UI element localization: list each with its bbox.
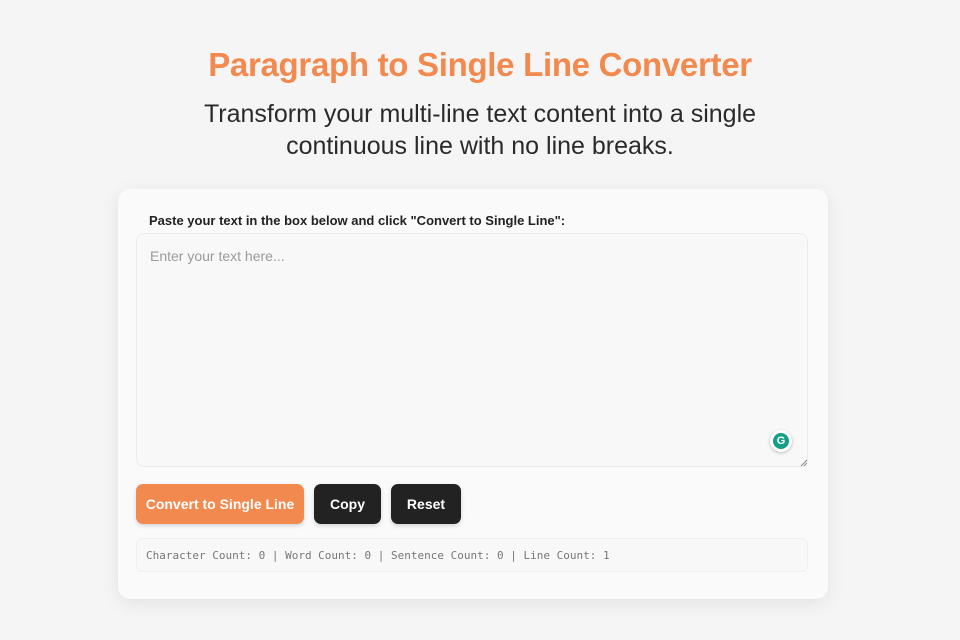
convert-button[interactable]: Convert to Single Line [136, 484, 304, 524]
page-subtitle: Transform your multi-line text content i… [203, 100, 757, 160]
copy-button[interactable]: Copy [314, 484, 381, 524]
page-title: Paragraph to Single Line Converter [208, 46, 752, 83]
resize-handle-icon[interactable] [800, 459, 808, 467]
converter-card: Paste your text in the box below and cli… [118, 189, 828, 599]
text-input[interactable] [136, 233, 808, 467]
instruction-label: Paste your text in the box below and cli… [149, 213, 566, 228]
grammarly-icon[interactable]: G [770, 430, 792, 452]
reset-button[interactable]: Reset [391, 484, 461, 524]
grammarly-g-glyph: G [773, 433, 789, 449]
stats-bar: Character Count: 0 | Word Count: 0 | Sen… [136, 538, 808, 572]
